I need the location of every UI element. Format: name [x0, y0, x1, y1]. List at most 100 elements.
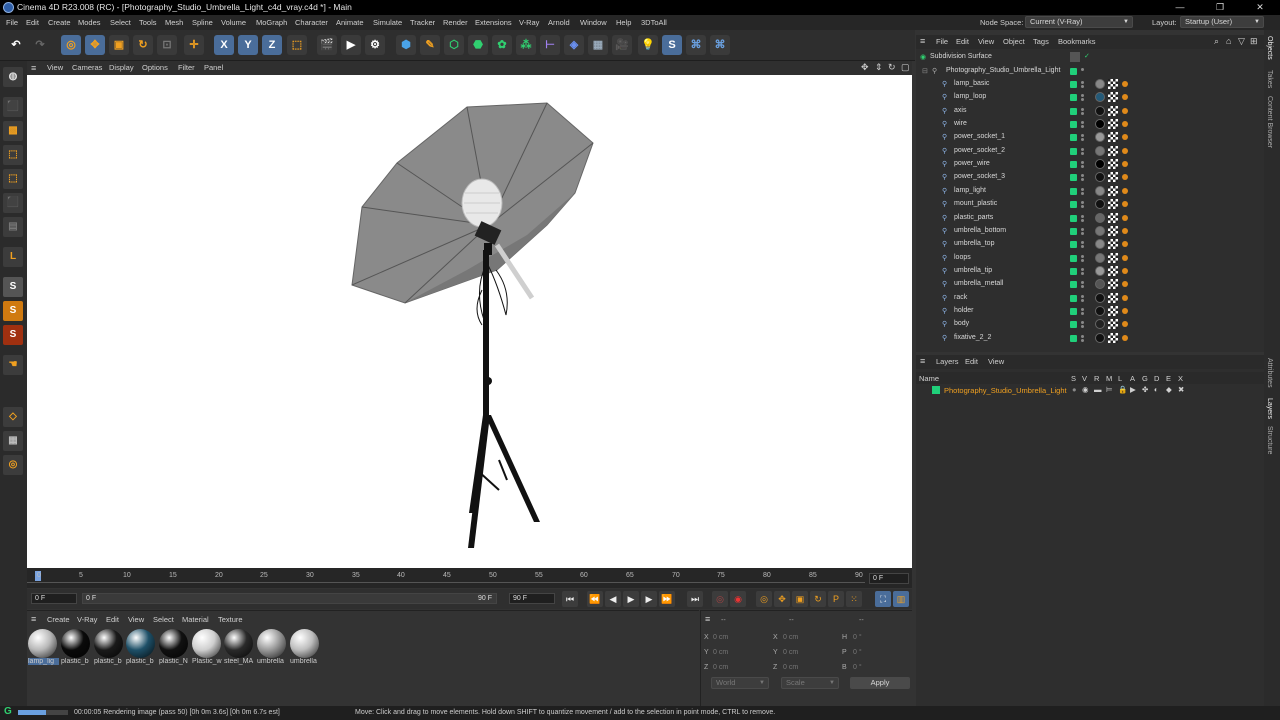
material-swatch[interactable]: umbrella [290, 629, 319, 669]
light-object-icon[interactable]: 💡 [638, 35, 658, 55]
object-row[interactable]: ⚲ body [916, 318, 1256, 331]
uvw-tag-icon[interactable] [1108, 79, 1118, 89]
subdivision-generator-icon[interactable]: ⬡ [444, 35, 464, 55]
menu-edit[interactable]: Edit [26, 18, 39, 27]
hamburger-icon[interactable]: ≡ [31, 614, 36, 624]
deformer-icon[interactable]: ⊢ [540, 35, 560, 55]
autokey-icon[interactable]: ◉ [730, 591, 746, 607]
uv-mode-icon[interactable]: ▤ [3, 217, 23, 237]
render-visibility-dot[interactable] [1081, 271, 1084, 275]
render-visibility-dot[interactable] [1081, 258, 1084, 262]
pos-z-field[interactable]: 0 cm [713, 664, 728, 671]
visibility-toggle[interactable] [1070, 52, 1080, 62]
material-tag-icon[interactable] [1095, 239, 1105, 250]
eye-icon[interactable]: ◉ [1082, 385, 1089, 394]
render-visibility-dot[interactable] [1081, 205, 1084, 209]
current-frame-field[interactable]: 0 F [869, 573, 909, 584]
editor-visibility-dot[interactable] [1081, 201, 1084, 205]
object-row[interactable]: ⚲ power_socket_2 [916, 145, 1256, 158]
vray-tag-icon[interactable] [1122, 201, 1128, 208]
object-row-root[interactable]: ◉ Subdivision Surface ✓ [916, 51, 1256, 64]
material-tag-icon[interactable] [1095, 172, 1105, 183]
menu-file[interactable]: File [6, 18, 18, 27]
render-settings-icon[interactable]: ⚙ [365, 35, 385, 55]
material-menu-edit[interactable]: Edit [106, 615, 119, 624]
cloner-icon[interactable]: ✿ [492, 35, 512, 55]
viewport-menu-view[interactable]: View [47, 63, 63, 72]
tab-content-browser[interactable]: Content Browser [1266, 96, 1273, 148]
rotate-tool-icon[interactable]: ↻ [133, 35, 153, 55]
object-row[interactable]: ⚲ power_wire [916, 158, 1256, 171]
layer-color-swatch[interactable] [1070, 334, 1077, 342]
uvw-tag-icon[interactable] [1108, 279, 1118, 290]
redo-icon[interactable]: ↷ [30, 35, 50, 55]
mograph-icon[interactable]: ⁂ [516, 35, 536, 55]
live-selection-icon[interactable]: ◎ [61, 35, 81, 55]
rot-p-field[interactable]: 0 ° [853, 649, 862, 656]
viewport-solo-icon[interactable]: ◎ [3, 455, 23, 475]
3d-viewport[interactable] [27, 75, 912, 568]
home-icon[interactable]: ⌂ [1226, 36, 1231, 46]
layer-color-swatch[interactable] [1070, 214, 1077, 222]
object-row[interactable]: ⚲ mount_plastic [916, 198, 1256, 211]
tweak-mode-icon[interactable]: ☚ [3, 355, 23, 375]
render-visibility-dot[interactable] [1081, 125, 1084, 129]
layer-color-swatch[interactable] [1070, 281, 1077, 289]
object-row[interactable]: ⚲ umbrella_tip [916, 265, 1256, 278]
render-visibility-dot[interactable] [1081, 98, 1084, 102]
uvw-tag-icon[interactable] [1108, 212, 1118, 223]
node-space-dropdown[interactable]: Current (V-Ray) ▼ [1025, 16, 1133, 28]
x-axis-lock-button[interactable]: X [214, 35, 234, 55]
vray-tag-icon[interactable] [1122, 267, 1128, 274]
objects-menu-view[interactable]: View [978, 37, 994, 46]
material-tag-icon[interactable] [1095, 279, 1105, 290]
uvw-tag-icon[interactable] [1108, 105, 1118, 116]
render-visibility-dot[interactable] [1081, 151, 1084, 155]
menu-help[interactable]: Help [616, 18, 631, 27]
layer-color-swatch[interactable] [1070, 254, 1077, 262]
collapse-icon[interactable]: ⊟ [922, 67, 928, 75]
material-tag-icon[interactable] [1095, 252, 1105, 263]
object-row[interactable]: ⚲ wire [916, 118, 1256, 131]
render-visibility-dot[interactable] [1081, 311, 1084, 315]
dolly-view-icon[interactable]: ⇕ [875, 62, 883, 73]
editor-visibility-dot[interactable] [1081, 81, 1084, 84]
coordinate-space-dropdown[interactable]: World ▼ [711, 677, 769, 689]
make-editable-icon[interactable]: ◍ [3, 67, 23, 87]
object-row[interactable]: ⚲ lamp_loop [916, 91, 1256, 104]
material-menu-vray[interactable]: V-Ray [77, 615, 97, 624]
menu-extensions[interactable]: Extensions [475, 18, 512, 27]
render-view-icon[interactable]: 🎬 [317, 35, 337, 55]
layer-color-swatch[interactable] [1070, 147, 1077, 155]
vray-tag-icon[interactable] [1122, 321, 1128, 328]
uvw-tag-icon[interactable] [1108, 92, 1118, 103]
layer-color-swatch[interactable] [1070, 321, 1077, 329]
world-axis-icon[interactable]: ⬚ [287, 35, 307, 55]
object-row[interactable]: ⚲ lamp_basic [916, 78, 1256, 91]
material-tag-icon[interactable] [1095, 332, 1105, 343]
object-row[interactable]: ⚲ rack [916, 292, 1256, 305]
cube-object-icon[interactable]: ⬢ [396, 35, 416, 55]
layer-color-swatch[interactable] [1070, 294, 1077, 302]
uvw-tag-icon[interactable] [1108, 319, 1118, 330]
uvw-tag-icon[interactable] [1108, 265, 1118, 276]
field-icon[interactable]: ◈ [564, 35, 584, 55]
menu-character[interactable]: Character [295, 18, 328, 27]
editor-visibility-dot[interactable] [1081, 68, 1084, 71]
uvw-tag-icon[interactable] [1108, 172, 1118, 183]
vray-tag-icon[interactable] [1122, 227, 1128, 234]
model-mode-icon[interactable]: ⬛ [3, 97, 23, 117]
vray-tag-icon[interactable] [1122, 107, 1128, 114]
viewport-menu-cameras[interactable]: Cameras [72, 63, 102, 72]
material-tag-icon[interactable] [1095, 199, 1105, 210]
editor-visibility-dot[interactable] [1081, 161, 1084, 165]
material-menu-select[interactable]: Select [153, 615, 174, 624]
hamburger-icon[interactable]: ≡ [920, 356, 925, 366]
snap-icon[interactable]: S [3, 277, 23, 297]
pen-tool-icon[interactable]: ✎ [420, 35, 440, 55]
layer-color-swatch[interactable] [1070, 201, 1077, 209]
vray-tag-icon[interactable] [1122, 161, 1128, 168]
editor-visibility-dot[interactable] [1081, 241, 1084, 245]
uvw-tag-icon[interactable] [1108, 252, 1118, 263]
rot-b-field[interactable]: 0 ° [853, 664, 862, 671]
